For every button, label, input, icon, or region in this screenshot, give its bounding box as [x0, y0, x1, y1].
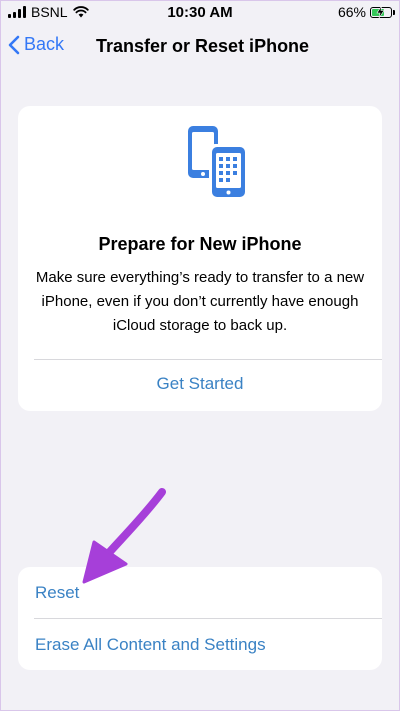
chevron-left-icon: [8, 35, 20, 54]
divider: [34, 359, 382, 360]
page-title: Transfer or Reset iPhone: [96, 36, 310, 56]
back-label: Back: [24, 34, 65, 54]
prepare-title: Prepare for New iPhone: [98, 234, 302, 254]
annotation-arrow-icon: [82, 488, 166, 584]
status-bar: BSNL 10:30 AM 66%: [0, 0, 400, 24]
battery-percent: 66%: [337, 4, 366, 20]
phones-transfer-icon: [188, 126, 248, 198]
get-started-button[interactable]: Get Started: [18, 374, 382, 394]
reset-button[interactable]: Reset: [35, 583, 382, 603]
back-button[interactable]: Back: [8, 34, 64, 55]
status-right: 66%: [337, 4, 395, 20]
divider: [34, 618, 382, 619]
battery-icon: [370, 5, 395, 18]
prepare-card: Prepare for New iPhone Make sure everyth…: [18, 106, 382, 411]
prepare-description: Make sure everything’s ready to transfer…: [35, 269, 365, 334]
charging-bolt-icon: [376, 5, 385, 18]
erase-all-content-button[interactable]: Erase All Content and Settings: [35, 635, 382, 655]
navigation-bar: Back Transfer or Reset iPhone: [0, 24, 400, 68]
